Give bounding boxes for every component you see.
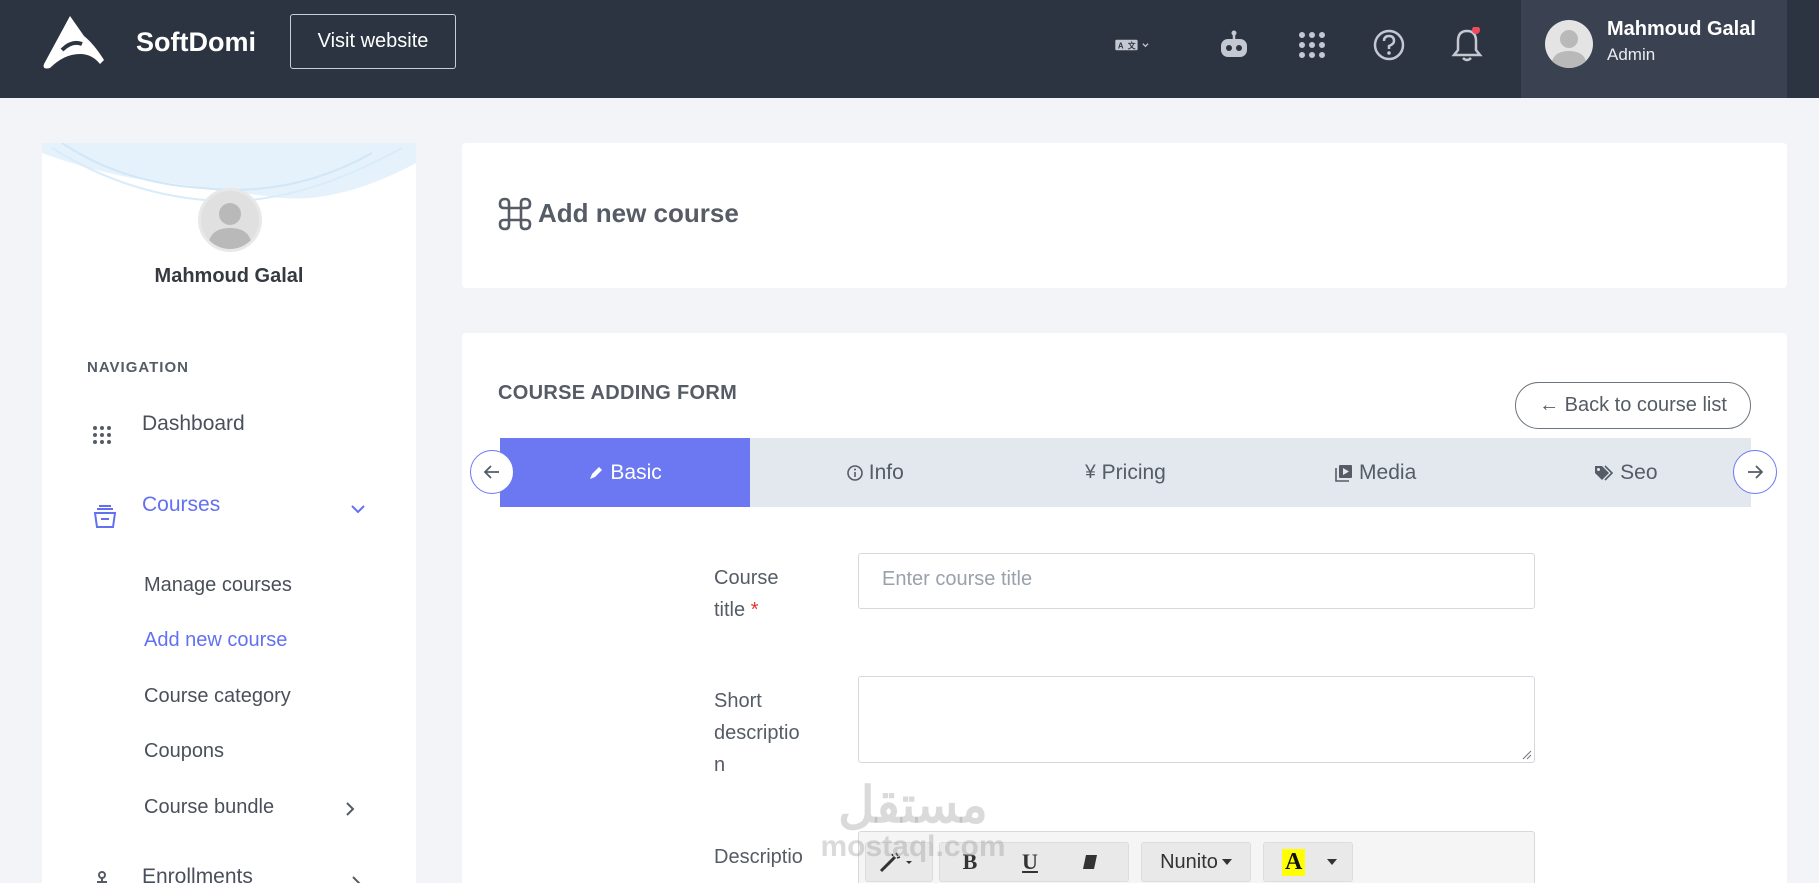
- tab-label: Seo: [1620, 460, 1658, 484]
- robot-button[interactable]: [1215, 26, 1253, 64]
- user-silhouette-icon: [1551, 30, 1587, 68]
- course-form-card: COURSE ADDING FORM ← Back to course list…: [462, 333, 1787, 883]
- bell-icon: [1451, 27, 1483, 62]
- sidebar-item-courses[interactable]: Courses: [92, 493, 365, 529]
- short-description-textarea[interactable]: [858, 676, 1535, 763]
- watermark: مستقل mostaql.com: [820, 777, 1006, 863]
- tab-pricing[interactable]: ¥ Pricing: [1000, 438, 1250, 507]
- grid-icon: [93, 426, 111, 444]
- user-name: Mahmoud Galal: [1607, 18, 1756, 40]
- sidebar-subitem-course-category[interactable]: Course category: [144, 685, 291, 708]
- tabs-prev-button[interactable]: [470, 450, 514, 494]
- info-icon: [846, 464, 863, 481]
- page-header-card: Add new course: [462, 143, 1787, 288]
- eraser-icon: [1083, 855, 1097, 869]
- caret-down-icon: [1221, 859, 1232, 865]
- sidebar-item-label: Dashboard: [142, 412, 245, 435]
- short-description-label: Short descriptio n: [714, 690, 800, 776]
- course-title-input[interactable]: Enter course title: [858, 553, 1535, 609]
- sidebar-item-label: Enrollments: [142, 865, 253, 883]
- sidebar-item-label: Courses: [142, 493, 221, 516]
- softdomi-logo-icon: [43, 16, 104, 69]
- courses-icon: [93, 505, 117, 528]
- course-title-label: Course title *: [714, 567, 779, 621]
- tags-icon: [1595, 464, 1614, 481]
- svg-text:文: 文: [1128, 40, 1136, 50]
- required-mark: *: [750, 599, 759, 621]
- command-icon: [498, 197, 532, 231]
- tab-media[interactable]: Media: [1251, 438, 1501, 507]
- user-role: Admin: [1607, 45, 1656, 64]
- caret-down-icon: [1327, 859, 1338, 865]
- translate-icon: A 文: [1115, 39, 1149, 50]
- sidebar-subitem-coupons[interactable]: Coupons: [144, 740, 224, 763]
- resize-handle-icon: [1522, 750, 1532, 760]
- svg-text:A: A: [1118, 41, 1124, 50]
- tab-label: Media: [1359, 460, 1417, 484]
- pen-icon: [590, 466, 603, 479]
- yen-icon: ¥: [1085, 461, 1096, 483]
- robot-icon: [1221, 30, 1247, 57]
- notifications-button[interactable]: [1448, 26, 1486, 64]
- back-to-course-list-button[interactable]: ← Back to course list: [1515, 382, 1751, 429]
- help-button[interactable]: [1370, 26, 1408, 64]
- chevron-right-icon: [352, 876, 361, 883]
- tab-label: Info: [868, 460, 904, 484]
- tabs-next-button[interactable]: [1733, 450, 1777, 494]
- form-title: COURSE ADDING FORM: [498, 382, 738, 404]
- font-family-value: Nunito: [1160, 850, 1218, 873]
- font-family-dropdown[interactable]: Nunito: [1141, 842, 1251, 882]
- profile-name: Mahmoud Galal: [154, 265, 304, 287]
- nav-section-title: NAVIGATION: [87, 359, 189, 376]
- tab-seo[interactable]: Seo: [1501, 438, 1751, 507]
- tab-label: Basic: [610, 460, 662, 484]
- language-switcher[interactable]: A 文: [1114, 26, 1152, 64]
- tab-basic[interactable]: Basic: [500, 438, 751, 507]
- apps-grid-icon: [1299, 32, 1325, 58]
- sidebar-subitem-course-bundle[interactable]: Course bundle: [144, 796, 355, 819]
- help-icon: [1373, 29, 1405, 61]
- visit-website-button[interactable]: Visit website: [290, 14, 456, 69]
- chevron-down-icon: [351, 505, 365, 514]
- sidebar-item-enrollments[interactable]: Enrollments: [92, 865, 361, 883]
- sidebar-subitem-label: Course bundle: [144, 796, 275, 818]
- tab-info[interactable]: Info: [750, 438, 1000, 507]
- brand-name[interactable]: SoftDomi: [136, 27, 256, 58]
- sidebar-subitem-add-new-course[interactable]: Add new course: [144, 629, 287, 652]
- arrow-left-icon: [484, 465, 499, 479]
- sidebar-item-dashboard[interactable]: Dashboard: [92, 412, 245, 445]
- avatar: [1545, 20, 1593, 68]
- apps-button[interactable]: [1293, 26, 1331, 64]
- media-icon: [1335, 464, 1353, 482]
- arrow-right-icon: [1748, 465, 1763, 479]
- clear-format-button[interactable]: [1060, 842, 1120, 882]
- brand-logo[interactable]: [40, 14, 106, 72]
- top-navbar: SoftDomi Visit website A 文 Mahmoud Galal…: [0, 0, 1819, 98]
- user-menu[interactable]: Mahmoud Galal Admin: [1521, 0, 1787, 98]
- anchor-icon: [97, 871, 107, 883]
- page-title: Add new course: [538, 198, 739, 228]
- highlight-icon: A: [1282, 848, 1306, 876]
- tab-label: Pricing: [1101, 460, 1166, 484]
- form-tabs: Basic Info ¥ Pricing Media Seo: [500, 438, 1751, 507]
- chevron-right-icon: [346, 802, 355, 816]
- profile-avatar: [198, 188, 262, 252]
- highlight-color-button[interactable]: A: [1263, 842, 1353, 882]
- user-silhouette-icon: [208, 203, 252, 249]
- sidebar-subitem-manage-courses[interactable]: Manage courses: [144, 574, 292, 597]
- sidebar: Mahmoud Galal NAVIGATION Dashboard Cours…: [42, 143, 416, 883]
